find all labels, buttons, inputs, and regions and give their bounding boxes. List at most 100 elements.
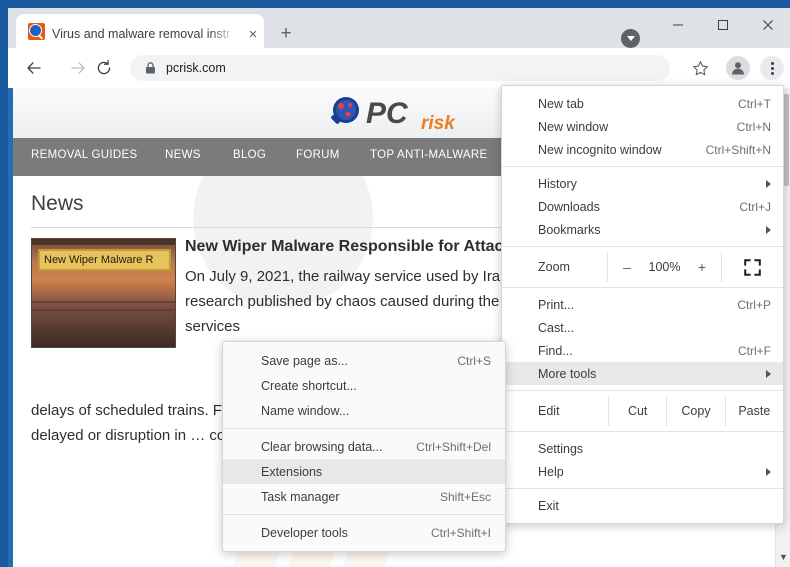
zoom-level-value: 100%: [649, 260, 681, 274]
menu-item-accelerator: Ctrl+S: [457, 354, 491, 368]
menu-item-new-window[interactable]: New window Ctrl+N: [502, 115, 783, 138]
menu-item-label: Downloads: [538, 200, 600, 214]
menu-item-accelerator: Ctrl+Shift+N: [706, 143, 771, 157]
back-arrow-icon[interactable]: [22, 56, 46, 80]
zoom-controls: – 100% +: [607, 252, 722, 282]
zoom-in-button[interactable]: +: [695, 259, 709, 275]
page-title: News: [31, 192, 84, 216]
paste-button[interactable]: Paste: [725, 396, 783, 426]
submenu-item-create-shortcut[interactable]: Create shortcut...: [223, 373, 505, 398]
menu-item-label: Settings: [538, 442, 583, 456]
menu-item-accelerator: Ctrl+T: [738, 97, 771, 111]
submenu-item-clear-browsing-data[interactable]: Clear browsing data... Ctrl+Shift+Del: [223, 434, 505, 459]
menu-item-new-tab[interactable]: New tab Ctrl+T: [502, 92, 783, 115]
browser-window: Virus and malware removal instr × +: [0, 0, 790, 567]
menu-item-print[interactable]: Print... Ctrl+P: [502, 293, 783, 316]
menu-item-label: New incognito window: [538, 143, 662, 157]
zoom-out-button[interactable]: –: [620, 259, 634, 275]
star-icon[interactable]: [689, 57, 711, 79]
tab-strip: Virus and malware removal instr × +: [8, 8, 790, 48]
menu-item-label: Task manager: [261, 490, 340, 504]
menu-item-label: History: [538, 177, 577, 191]
zoom-label: Zoom: [502, 260, 607, 274]
menu-item-label: Developer tools: [261, 526, 348, 540]
browser-toolbar: pcrisk.com: [8, 48, 790, 88]
submenu-item-save-page-as[interactable]: Save page as... Ctrl+S: [223, 348, 505, 373]
menu-item-history[interactable]: History: [502, 172, 783, 195]
menu-zoom-row: Zoom – 100% +: [502, 252, 783, 282]
maximize-button[interactable]: [700, 8, 745, 42]
lock-icon: [144, 61, 157, 75]
menu-item-label: Save page as...: [261, 354, 348, 368]
tab-close-icon[interactable]: ×: [243, 24, 263, 44]
menu-item-label: Find...: [538, 344, 573, 358]
tab-title: Virus and malware removal instr: [52, 25, 236, 43]
menu-item-label: Create shortcut...: [261, 379, 357, 393]
reload-icon[interactable]: [92, 56, 116, 80]
nav-blog[interactable]: BLOG: [233, 149, 266, 161]
nav-news[interactable]: NEWS: [165, 149, 201, 161]
menu-item-accelerator: Ctrl+P: [737, 298, 771, 312]
svg-text:PC: PC: [366, 97, 409, 130]
submenu-item-developer-tools[interactable]: Developer tools Ctrl+Shift+I: [223, 520, 505, 545]
chevron-right-icon: [766, 226, 771, 234]
menu-separator: [502, 431, 783, 432]
thumbnail-caption: New Wiper Malware R: [38, 249, 171, 271]
submenu-item-task-manager[interactable]: Task manager Shift+Esc: [223, 484, 505, 509]
close-button[interactable]: [745, 8, 790, 42]
cut-button[interactable]: Cut: [608, 396, 666, 426]
nav-removal-guides[interactable]: REMOVAL GUIDES: [31, 149, 137, 161]
menu-item-label: Help: [538, 465, 564, 479]
menu-separator: [223, 428, 505, 429]
profile-avatar-icon[interactable]: [726, 56, 750, 80]
scrollbar-down-arrow-icon[interactable]: ▼: [776, 549, 790, 565]
menu-item-label: More tools: [538, 367, 596, 381]
menu-item-exit[interactable]: Exit: [502, 494, 783, 517]
address-bar[interactable]: pcrisk.com: [130, 55, 670, 81]
menu-separator: [223, 514, 505, 515]
menu-edit-row: Edit Cut Copy Paste: [502, 396, 783, 426]
menu-item-more-tools[interactable]: More tools: [502, 362, 783, 385]
menu-item-label: New tab: [538, 97, 584, 111]
chevron-right-icon: [766, 180, 771, 188]
menu-item-help[interactable]: Help: [502, 460, 783, 483]
pcrisk-logo[interactable]: PC risk: [326, 93, 506, 137]
address-bar-url: pcrisk.com: [166, 60, 226, 76]
submenu-item-extensions[interactable]: Extensions: [223, 459, 505, 484]
menu-separator: [502, 166, 783, 167]
menu-item-bookmarks[interactable]: Bookmarks: [502, 218, 783, 241]
menu-item-label: Name window...: [261, 404, 349, 418]
menu-item-downloads[interactable]: Downloads Ctrl+J: [502, 195, 783, 218]
forward-arrow-icon: [66, 56, 90, 80]
browser-tab[interactable]: Virus and malware removal instr ×: [16, 14, 264, 48]
edit-label: Edit: [502, 404, 608, 418]
chevron-right-icon: [766, 468, 771, 476]
submenu-item-name-window[interactable]: Name window...: [223, 398, 505, 423]
chrome-main-menu: New tab Ctrl+T New window Ctrl+N New inc…: [501, 85, 784, 524]
menu-item-label: Exit: [538, 499, 559, 513]
new-tab-button[interactable]: +: [274, 21, 298, 45]
article-thumbnail[interactable]: New Wiper Malware R: [31, 238, 176, 348]
menu-item-accelerator: Ctrl+N: [737, 120, 771, 134]
update-available-icon[interactable]: [621, 29, 640, 48]
nav-top-anti-malware[interactable]: TOP ANTI-MALWARE: [370, 149, 487, 161]
copy-button[interactable]: Copy: [666, 396, 724, 426]
chevron-right-icon: [766, 370, 771, 378]
three-dot-menu-icon[interactable]: [760, 56, 784, 80]
menu-item-settings[interactable]: Settings: [502, 437, 783, 460]
menu-item-cast[interactable]: Cast...: [502, 316, 783, 339]
menu-item-accelerator: Ctrl+F: [738, 344, 771, 358]
minimize-button[interactable]: [655, 8, 700, 42]
menu-item-label: Extensions: [261, 465, 322, 479]
menu-item-new-incognito-window[interactable]: New incognito window Ctrl+Shift+N: [502, 138, 783, 161]
menu-separator: [502, 390, 783, 391]
nav-forum[interactable]: FORUM: [296, 149, 340, 161]
menu-separator: [502, 246, 783, 247]
menu-item-accelerator: Ctrl+Shift+Del: [416, 440, 491, 454]
menu-item-accelerator: Ctrl+J: [739, 200, 771, 214]
menu-item-find[interactable]: Find... Ctrl+F: [502, 339, 783, 362]
svg-text:risk: risk: [421, 113, 456, 134]
fullscreen-button[interactable]: [722, 259, 783, 276]
more-tools-submenu: Save page as... Ctrl+S Create shortcut..…: [222, 341, 506, 552]
menu-item-label: Print...: [538, 298, 574, 312]
